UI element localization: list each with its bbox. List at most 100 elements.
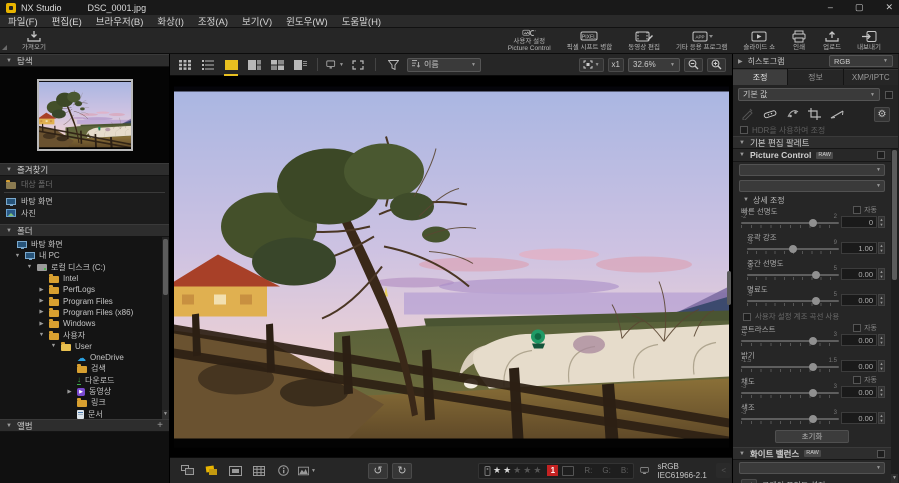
menu-adjust[interactable]: 조정(A) (198, 14, 228, 28)
spinner-buttons[interactable]: ▲▼ (878, 216, 885, 228)
tab-xmp-iptc[interactable]: XMP/IPTC (844, 69, 898, 85)
tree-item-program-files-x86[interactable]: ▶Program Files (x86) (0, 307, 169, 318)
expand-arrow-icon[interactable]: ▼ (38, 332, 45, 338)
movie-edit-button[interactable]: 동영상 편집 (620, 28, 668, 53)
custom-tone-curve-checkbox[interactable] (743, 313, 751, 321)
fullscreen-button[interactable] (349, 57, 367, 73)
reset-button[interactable]: 초기화 (775, 430, 849, 443)
histogram-channel-select[interactable]: RGB▼ (829, 55, 893, 67)
expand-arrow-icon[interactable]: ▶ (38, 321, 45, 327)
spinner-buttons[interactable]: ▲▼ (878, 360, 885, 372)
pixel-shift-merge-button[interactable]: PIXEL 픽셀 시프트 병합 (559, 28, 620, 53)
info-overlay-button[interactable] (274, 463, 292, 479)
expand-arrow-icon[interactable]: ▼ (14, 253, 21, 259)
right-panel-scrollbar[interactable]: ▼ (891, 149, 898, 483)
settings-gear-icon[interactable]: ⚙ (874, 107, 890, 122)
tree-item-onedrive[interactable]: ☁OneDrive (0, 352, 169, 363)
tree-item-downloads[interactable]: ↓다운로드 (0, 375, 169, 386)
sort-order-select[interactable]: 이름 ▼ (407, 58, 481, 72)
slider-track[interactable] (741, 340, 839, 342)
slider-track[interactable] (741, 366, 839, 368)
filmstrip-toggle-button[interactable] (202, 463, 220, 479)
navigation-thumbnail[interactable] (37, 79, 133, 151)
label-badge[interactable]: 1 (547, 465, 558, 476)
gray-point-eyedropper-button[interactable] (741, 479, 757, 483)
add-album-button[interactable]: + (157, 420, 163, 431)
slider-track[interactable] (747, 300, 839, 302)
fit-to-screen-button[interactable]: ▼ (579, 58, 604, 72)
dual-display-button[interactable] (178, 463, 196, 479)
print-button[interactable]: 인쇄 (783, 28, 815, 53)
export-button[interactable]: 내보내기 (849, 28, 889, 53)
slider-track[interactable] (741, 418, 839, 420)
spinner-buttons[interactable]: ▲▼ (878, 294, 885, 306)
tree-item-local-disk-c[interactable]: ▼로컬 디스크 (C:) (0, 262, 169, 273)
star-4-icon[interactable]: ★ (523, 465, 531, 476)
tree-scrollbar[interactable]: ▼ (162, 237, 169, 419)
menu-browser[interactable]: 브라우저(B) (96, 14, 144, 28)
slider-value-input[interactable]: 0.00 (841, 386, 877, 398)
image-info-view-button[interactable] (291, 57, 309, 73)
spinner-buttons[interactable]: ▲▼ (878, 386, 885, 398)
auto-checkbox[interactable] (853, 376, 861, 384)
protect-icon[interactable] (484, 466, 491, 476)
multi-compare-view-button[interactable] (268, 57, 286, 73)
slideshow-button[interactable]: 슬라이드 쇼 (735, 28, 783, 53)
picture-control-select-1[interactable]: ▼ (739, 164, 885, 176)
zoom-out-button[interactable] (684, 58, 703, 72)
tree-item-users[interactable]: ▼사용자 (0, 329, 169, 340)
star-2-icon[interactable]: ★ (503, 465, 511, 476)
picture-control-select-2[interactable]: ▼ (739, 180, 885, 192)
straighten-icon[interactable] (830, 108, 844, 120)
menu-image[interactable]: 화상(I) (157, 14, 183, 28)
histogram-section-header[interactable]: ▶ 히스토그램 RGB▼ (733, 54, 898, 69)
folders-section-header[interactable]: ▼ 폴더 (0, 224, 169, 237)
slider-value-input[interactable]: 0.00 (841, 334, 877, 346)
slider-track[interactable] (741, 222, 839, 224)
favorite-pictures[interactable]: 사진 (0, 207, 169, 219)
basic-palette-header[interactable]: ▼ 기본 편집 팔레트 (733, 136, 898, 149)
filter-button[interactable] (384, 57, 402, 73)
expand-arrow-icon[interactable]: ▶ (38, 298, 45, 304)
preset-select[interactable]: 기본 값▼ (738, 88, 880, 101)
image-plus-filmstrip-view-button[interactable] (245, 57, 263, 73)
expand-arrow-icon[interactable]: ▼ (50, 343, 57, 349)
tree-item-mypc[interactable]: ▼내 PC (0, 250, 169, 261)
tab-info[interactable]: 정보 (788, 69, 842, 85)
picture-control-header[interactable]: ▼ Picture Control RAW (733, 149, 891, 162)
slider-value-input[interactable]: 0.00 (841, 294, 877, 306)
slider-value-input[interactable]: 0.00 (841, 360, 877, 372)
spinner-buttons[interactable]: ▲▼ (878, 242, 885, 254)
scroll-down-arrow[interactable]: ▼ (162, 410, 169, 419)
spinner-buttons[interactable]: ▲▼ (878, 412, 885, 424)
slider-thumb[interactable] (812, 297, 820, 305)
scrollbar-thumb[interactable] (163, 239, 168, 295)
menu-view[interactable]: 보기(V) (242, 14, 272, 28)
slider-value-input[interactable]: 0 (841, 216, 877, 228)
tree-item-links[interactable]: 링크 (0, 397, 169, 408)
slider-value-input[interactable]: 0.00 (841, 268, 877, 280)
tree-item-windows[interactable]: ▶Windows (0, 318, 169, 329)
thumbnail-grid-view-button[interactable] (176, 57, 194, 73)
redo-button[interactable]: ↻ (392, 463, 412, 479)
slider-thumb[interactable] (809, 337, 817, 345)
histogram-overlay-button[interactable]: ▼ (298, 463, 316, 479)
menu-edit[interactable]: 편집(E) (52, 14, 82, 28)
tree-item-user[interactable]: ▼User (0, 341, 169, 352)
favorites-section-header[interactable]: ▼ 즐겨찾기 (0, 163, 169, 176)
tree-item-program-files[interactable]: ▶Program Files (0, 295, 169, 306)
label-picker-icon[interactable] (562, 466, 574, 476)
preset-checkbox[interactable] (885, 91, 893, 99)
favorite-target-folder[interactable]: 대상 폴더 (0, 178, 169, 190)
slider-thumb[interactable] (809, 363, 817, 371)
tree-item-intel[interactable]: Intel (0, 273, 169, 284)
scrollbar-thumb[interactable] (892, 150, 897, 280)
slider-track[interactable] (741, 392, 839, 394)
tree-item-desktop[interactable]: 바탕 화면 (0, 239, 169, 250)
white-balance-select[interactable]: ▼ (739, 462, 885, 474)
menu-window[interactable]: 윈도우(W) (286, 14, 328, 28)
scroll-down-arrow[interactable]: ▼ (891, 474, 898, 483)
slider-thumb[interactable] (812, 271, 820, 279)
compare-monitor-button[interactable]: ▼ (326, 57, 344, 73)
upload-button[interactable]: 업로드 (815, 28, 849, 53)
